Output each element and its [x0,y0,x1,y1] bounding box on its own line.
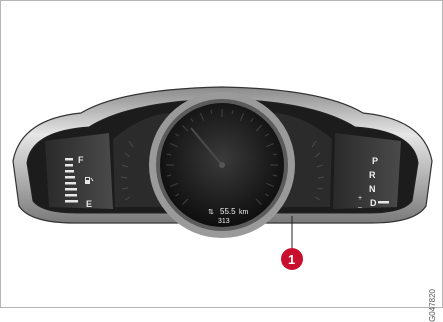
fuel-empty-label: E [86,199,92,209]
fuel-panel [45,133,113,209]
speedometer-tick [272,174,278,177]
gear-r: R [369,170,376,180]
speedometer-tick [210,109,213,115]
instrument-cluster-illustration: ⇅ 55.5 km 313 F E P R N D + – 1 [12,86,433,270]
figure-code: G047820 [428,289,437,322]
trip-unit: km [239,209,249,216]
fuel-full-label: F [78,155,84,165]
needle-hub [219,162,225,168]
trip-distance: 55.5 [220,207,236,216]
figure-frame: ⇅ 55.5 km 313 F E P R N D + – 1 G047820 [0,0,443,322]
speedometer-tick [166,153,172,156]
speedometer-tick [272,153,278,156]
gear-n: N [369,184,376,194]
gear-plus: + [358,195,362,202]
gear-d: D [370,198,377,208]
gear-p: P [372,156,378,166]
gear-minus: – [358,204,362,211]
trip-icon: ⇅ [208,209,214,216]
gear-panel [333,133,401,209]
callout-number: 1 [288,252,295,267]
speedometer-tick [231,109,234,115]
gear-d-marker [378,201,389,204]
speedometer-tick [166,174,172,177]
odometer-value: 313 [218,218,230,225]
